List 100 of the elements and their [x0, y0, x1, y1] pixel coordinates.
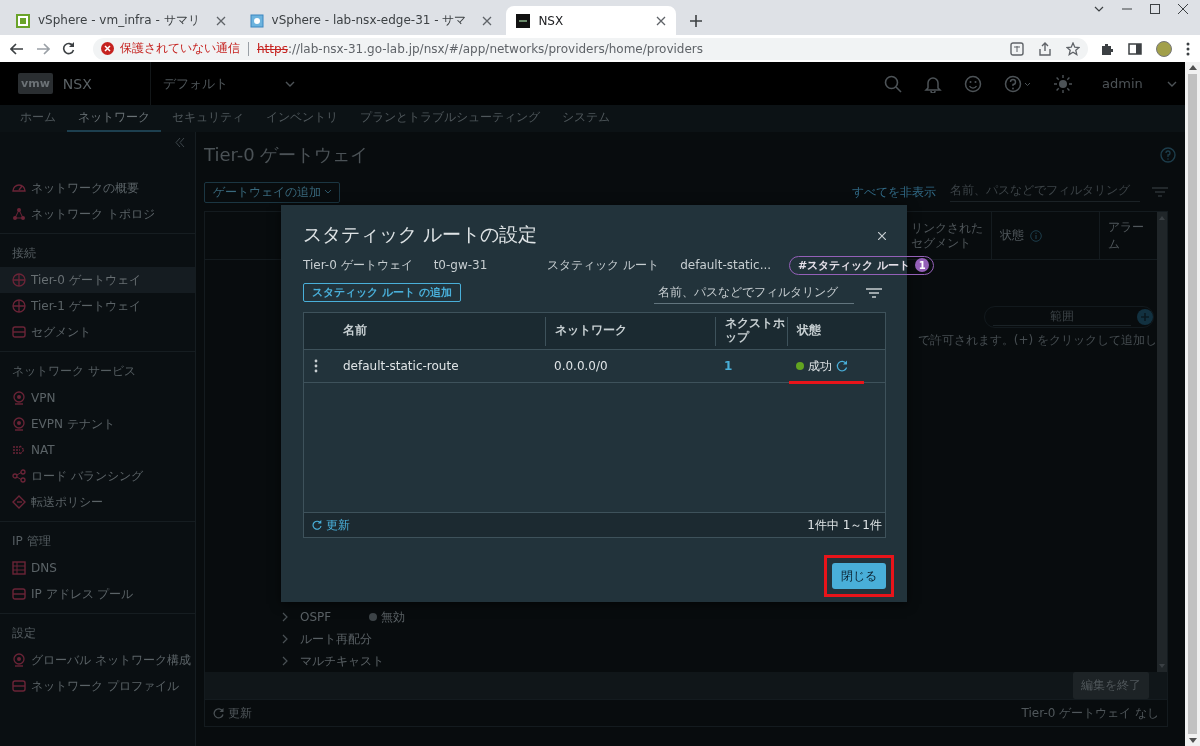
- section-heading: ネットワーク サービス: [11, 363, 137, 380]
- diamond-icon: [12, 495, 26, 509]
- nav-tab[interactable]: プランとトラブルシューティング: [349, 105, 551, 132]
- close-button[interactable]: 閉じる: [832, 563, 886, 589]
- sidebar-item[interactable]: ネットワークの概要: [0, 175, 195, 201]
- collapse-all-link[interactable]: すべてを非表示: [852, 183, 936, 201]
- sidebar-item[interactable]: Tier-1 ゲートウェイ: [0, 293, 195, 319]
- site-icon: [516, 13, 531, 28]
- arrow-icon: [12, 443, 26, 457]
- page-scrollbar[interactable]: [1185, 65, 1200, 743]
- close-icon[interactable]: [1178, 4, 1188, 14]
- sidebar-item[interactable]: IP アドレス プール: [0, 581, 195, 607]
- next-hop-link[interactable]: 1: [724, 359, 733, 373]
- site-icon: [249, 13, 264, 28]
- sidebar-item[interactable]: VPN: [0, 385, 195, 411]
- grid-icon: [12, 561, 26, 575]
- sun-icon[interactable]: [1054, 74, 1072, 93]
- search-icon[interactable]: [884, 74, 902, 93]
- more-icon[interactable]: [314, 359, 318, 373]
- table-cell-text: default-static-route: [342, 359, 460, 373]
- filter-field[interactable]: 名前、パスなどでフィルタリング: [654, 281, 854, 304]
- sidebar-item[interactable]: DNS: [0, 555, 195, 581]
- topology-icon: [12, 207, 26, 221]
- sidebar-icon[interactable]: [1128, 41, 1142, 56]
- browser-tab[interactable]: vSphere - lab-nsx-edge-31 - サマ: [239, 6, 503, 35]
- page-title: Tier-0 ゲートウェイ: [204, 143, 369, 167]
- project-selector[interactable]: デフォルト: [162, 74, 285, 93]
- warning-icon: [101, 42, 114, 55]
- refresh-icon[interactable]: [836, 360, 848, 372]
- segment-icon: [12, 679, 26, 693]
- scroll-down-icon[interactable]: [1188, 738, 1197, 743]
- back-icon[interactable]: [10, 42, 24, 55]
- sidebar-item[interactable]: セグメント: [0, 319, 195, 345]
- address-bar[interactable]: 保護されていない通信 https://lab-nsx-31.go-lab.jp/nsx/#/app/networks/providers/home/providers: [93, 37, 1088, 60]
- smiley-icon[interactable]: [964, 74, 982, 93]
- chevron-right-icon[interactable]: [282, 612, 288, 622]
- column-header: ネクストホップ: [725, 317, 786, 345]
- status-text: 成功: [808, 357, 832, 375]
- sidebar-item[interactable]: グローバル ネットワーク構成: [0, 647, 195, 673]
- sidebar-item[interactable]: ネットワーク トポロジ: [0, 201, 195, 227]
- section-heading: 設定: [11, 625, 37, 642]
- add-static-route-button[interactable]: スタティック ルート の追加: [303, 283, 461, 302]
- bell-icon[interactable]: [924, 74, 942, 93]
- caret-icon: [325, 190, 331, 194]
- chevron-right-icon[interactable]: [282, 634, 288, 644]
- section-label[interactable]: マルチキャスト: [300, 652, 384, 670]
- gauge-icon: [12, 181, 26, 195]
- maximize-icon[interactable]: [1150, 4, 1160, 14]
- star-icon[interactable]: [1066, 41, 1080, 56]
- refresh-icon[interactable]: [312, 520, 322, 530]
- globe-icon: [12, 299, 26, 313]
- nav-tab[interactable]: セキュリティ: [161, 105, 255, 132]
- refresh-link[interactable]: 更新: [228, 704, 252, 722]
- sidebar-item[interactable]: 転送ポリシー: [0, 489, 195, 515]
- segment-icon: [12, 325, 26, 339]
- scroll-up-icon[interactable]: [1188, 65, 1197, 70]
- close-icon[interactable]: [215, 15, 226, 26]
- close-icon[interactable]: [482, 15, 493, 26]
- security-warning: 保護されていない通信: [120, 40, 240, 57]
- add-gateway-button[interactable]: ゲートウェイの追加: [204, 181, 340, 203]
- sidebar-item[interactable]: NAT: [0, 437, 195, 463]
- breadcrumb-label: スタティック ルート: [547, 256, 660, 274]
- reload-icon[interactable]: [62, 42, 75, 55]
- help-icon[interactable]: [1004, 74, 1032, 93]
- browser-tab[interactable]: NSX: [506, 6, 677, 35]
- section-label[interactable]: OSPF: [300, 610, 332, 624]
- nav-tab[interactable]: インベントリ: [255, 105, 349, 132]
- menu-icon[interactable]: [1186, 41, 1190, 56]
- url-text: https://lab-nsx-31.go-lab.jp/nsx/#/app/networks/providers/home/providers: [257, 41, 703, 56]
- nav-tab[interactable]: ホーム: [9, 105, 67, 132]
- pagination-text: 1件中 1～1件: [807, 516, 882, 534]
- target-icon: [12, 417, 26, 431]
- puzzle-icon[interactable]: [1100, 41, 1114, 56]
- breadcrumb-value: default-static...: [680, 258, 772, 272]
- section-heading: 接続: [11, 245, 37, 262]
- refresh-link[interactable]: 更新: [326, 516, 350, 534]
- close-icon[interactable]: [656, 15, 667, 26]
- section-label[interactable]: ルート再配分: [300, 630, 372, 648]
- column-header: 名前: [343, 324, 367, 338]
- sidebar-item[interactable]: Tier-0 ゲートウェイ: [0, 267, 195, 293]
- translate-icon[interactable]: [1010, 41, 1024, 56]
- nav-tab[interactable]: システム: [551, 105, 621, 132]
- column-header: ネットワーク: [555, 324, 627, 338]
- chevron-down-icon[interactable]: [1094, 6, 1104, 12]
- chevron-right-icon[interactable]: [282, 656, 288, 666]
- target-icon: [12, 391, 26, 405]
- avatar[interactable]: [1156, 40, 1172, 57]
- user-menu[interactable]: admin: [1102, 76, 1157, 91]
- sidebar-item[interactable]: ネットワーク プロファイル: [0, 673, 195, 699]
- sidebar-item[interactable]: ロード バランシング: [0, 463, 195, 489]
- logo: vmw: [18, 73, 53, 94]
- browser-tab[interactable]: vSphere - vm_infra - サマリ: [6, 6, 236, 35]
- share-nodes-icon: [12, 469, 26, 483]
- new-tab-icon[interactable]: [690, 15, 703, 27]
- status-text: 無効: [381, 608, 406, 626]
- forward-icon[interactable]: [36, 42, 50, 55]
- product-name: NSX: [62, 75, 92, 92]
- sidebar-item[interactable]: EVPN テナント: [0, 411, 195, 437]
- share-icon[interactable]: [1038, 41, 1052, 56]
- section-heading: IP 管理: [11, 533, 52, 550]
